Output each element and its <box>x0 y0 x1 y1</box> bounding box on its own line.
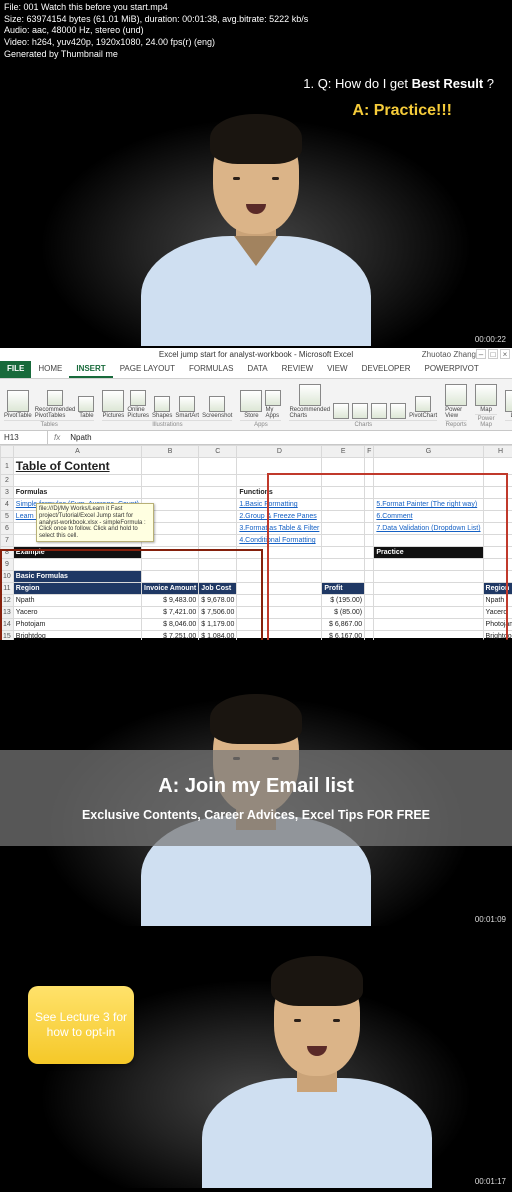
meta-size: Size: 63974154 bytes (61.01 MiB), durati… <box>4 14 508 26</box>
presenter <box>141 116 371 346</box>
overlay-banner: A: Join my Email list Exclusive Contents… <box>0 750 512 846</box>
frame-1: 1. Q: How do I get Best Result ? A: Prac… <box>0 62 512 346</box>
ribbon-tab-developer[interactable]: DEVELOPER <box>355 361 418 378</box>
ribbon-cmd-map[interactable]: Map <box>475 384 497 413</box>
ribbon-cmd-pictures[interactable]: Pictures <box>102 390 124 419</box>
ribbon-cmd-store[interactable]: Store <box>240 390 262 419</box>
ribbon-cmd-screenshot[interactable]: Screenshot <box>202 396 232 419</box>
ribbon-tabs: FILEHOMEINSERTPAGE LAYOUTFORMULASDATAREV… <box>0 361 512 379</box>
frame-3: A: Join my Email list Exclusive Contents… <box>0 640 512 926</box>
meta-gen: Generated by Thumbnail me <box>4 49 508 61</box>
formula-input[interactable]: Npath <box>66 431 512 444</box>
window-titlebar: Excel jump start for analyst-workbook - … <box>0 348 512 361</box>
ribbon-cmd-pivottable[interactable]: PivotTable <box>4 390 32 419</box>
account-name: Zhuotao Zhang <box>422 350 476 359</box>
frame-2-excel: Excel jump start for analyst-workbook - … <box>0 348 512 638</box>
ribbon-tab-file[interactable]: FILE <box>0 361 31 378</box>
minimize-button[interactable]: – <box>476 349 486 359</box>
ribbon-tab-home[interactable]: HOME <box>31 361 69 378</box>
name-box[interactable]: H13 <box>0 431 48 444</box>
cell-comment-tooltip: file:///D|/My Works/Learn it Fast projec… <box>36 503 154 542</box>
window-title: Excel jump start for analyst-workbook - … <box>159 350 353 359</box>
callout-box: See Lecture 3 for how to opt-in <box>28 986 134 1064</box>
meta-audio: Audio: aac, 48000 Hz, stereo (und) <box>4 25 508 37</box>
ribbon-cmd-table[interactable]: Table <box>78 396 94 419</box>
ribbon-cmd-my-apps[interactable]: My Apps <box>265 390 281 419</box>
timestamp: 00:01:17 <box>473 1177 508 1186</box>
ribbon-cmd-line[interactable]: Line <box>505 390 512 419</box>
ribbon-tab-page-layout[interactable]: PAGE LAYOUT <box>113 361 182 378</box>
meta-video: Video: h264, yuv420p, 1920x1080, 24.00 f… <box>4 37 508 49</box>
frame-4: See Lecture 3 for how to opt-in 00:01:17 <box>0 928 512 1188</box>
file-metadata: File: 001 Watch this before you start.mp… <box>0 0 512 62</box>
ribbon-tab-view[interactable]: VIEW <box>320 361 354 378</box>
ribbon-tab-review[interactable]: REVIEW <box>275 361 321 378</box>
timestamp: 00:00:22 <box>473 335 508 344</box>
answer-text: A: Practice!!! <box>352 102 452 120</box>
ribbon-cmd-shapes[interactable]: Shapes <box>152 396 172 419</box>
ribbon-cmd-smartart[interactable]: SmartArt <box>175 396 199 419</box>
ribbon-cmd-recommended-pivottables[interactable]: Recommended PivotTables <box>35 390 76 419</box>
banner-subtitle: Exclusive Contents, Career Advices, Exce… <box>82 808 430 822</box>
banner-title: A: Join my Email list <box>158 775 354 798</box>
presenter <box>202 958 432 1188</box>
ribbon-cmd-online-pictures[interactable]: Online Pictures <box>127 390 149 419</box>
fx-icon[interactable]: fx <box>48 433 66 442</box>
timestamp: 00:01:09 <box>473 915 508 924</box>
ribbon-cmd-chart[interactable] <box>371 403 387 419</box>
ribbon-cmd-power-view[interactable]: Power View <box>445 384 467 419</box>
question-text: 1. Q: How do I get Best Result ? <box>303 76 494 91</box>
ribbon-tab-powerpivot[interactable]: POWERPIVOT <box>418 361 486 378</box>
ribbon-tab-data[interactable]: DATA <box>240 361 274 378</box>
ribbon-cmd-recommended-charts[interactable]: Recommended Charts <box>289 384 330 419</box>
ribbon-cmd-chart[interactable] <box>333 403 349 419</box>
ribbon-tab-formulas[interactable]: FORMULAS <box>182 361 240 378</box>
close-button[interactable]: × <box>500 349 510 359</box>
ribbon-cmd-pivotchart[interactable]: PivotChart <box>409 396 437 419</box>
maximize-button[interactable]: □ <box>488 349 498 359</box>
ribbon-cmd-chart[interactable] <box>390 403 406 419</box>
ribbon-body: PivotTableRecommended PivotTablesTableTa… <box>0 379 512 431</box>
ribbon-cmd-chart[interactable] <box>352 403 368 419</box>
formula-bar: H13 fx Npath <box>0 431 512 445</box>
ribbon-tab-insert[interactable]: INSERT <box>69 361 112 378</box>
meta-file: File: 001 Watch this before you start.mp… <box>4 2 508 14</box>
